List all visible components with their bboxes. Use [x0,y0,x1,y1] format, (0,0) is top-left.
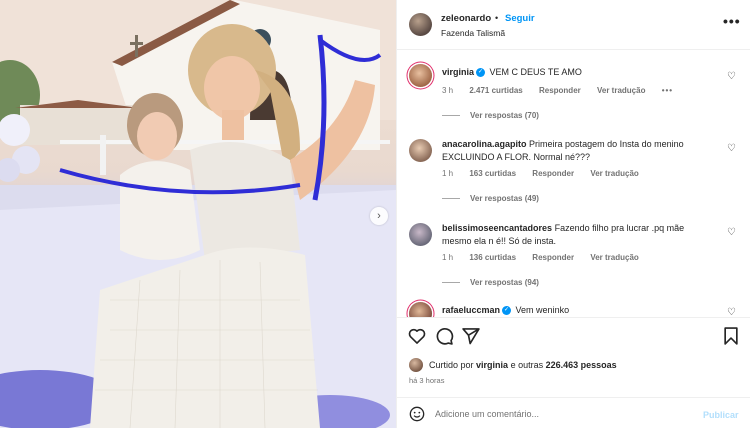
translate-button[interactable]: Ver tradução [590,253,638,262]
comment-like-heart-icon[interactable]: ♡ [727,71,736,82]
post-actions: Curtido por virginia e outras 226.463 pe… [397,317,750,428]
reply-button[interactable]: Responder [539,86,581,95]
reply-button[interactable]: Responder [532,253,574,262]
carousel-next-button[interactable]: › [370,207,388,225]
liker-username[interactable]: virginia [476,360,508,370]
likes-prefix: Curtido por [429,360,474,370]
view-replies-button[interactable]: Ver respostas (70) [442,111,539,120]
comment-icon[interactable] [434,326,454,346]
comment-input[interactable] [435,404,685,424]
commenter-avatar[interactable] [409,139,432,162]
commenter-username[interactable]: belissimoseencantadores [442,223,552,233]
comment-meta: 1 h 163 curtidas Responder Ver tradução [442,169,653,178]
comment-time: 1 h [442,253,454,262]
comment-body: belissimoseencantadores Fazendo filho pr… [442,222,712,248]
comment-like-heart-icon[interactable]: ♡ [727,143,736,154]
comment-likes[interactable]: 136 curtidas [469,253,516,262]
likes-summary[interactable]: Curtido por virginia e outras 226.463 pe… [409,358,617,372]
comment-time: 1 h [442,169,454,178]
comment-text: Vem weninko [515,305,570,315]
post-location[interactable]: Fazenda Talismã [441,28,505,38]
post-timestamp: há 3 horas [409,376,445,385]
replies-label: Ver respostas (70) [470,111,539,120]
send-icon[interactable] [461,326,481,346]
post-details-panel: zeleonardo • Seguir Fazenda Talismã ••• … [396,0,750,428]
post-photo[interactable]: › [0,0,396,428]
comment-body: virginia ✓ VEM C DEUS TE AMO [442,66,712,79]
commenter-username[interactable]: rafaeluccman [442,305,500,315]
comment-text: VEM C DEUS TE AMO [489,67,582,77]
separator-dot: • [495,13,499,23]
comment-body: anacarolina.agapito Primeira postagem do… [442,138,712,164]
commenter-avatar[interactable] [409,64,432,87]
chevron-right-icon: › [377,209,381,222]
verified-badge-icon: ✓ [502,305,512,315]
commenter-avatar[interactable] [409,223,432,246]
verified-badge-icon: ✓ [476,67,486,77]
replies-divider [442,115,460,117]
view-replies-button[interactable]: Ver respostas (94) [442,278,539,287]
post-modal: › zeleonardo • Seguir Fazenda Talismã ••… [0,0,750,428]
post-header: zeleonardo • Seguir Fazenda Talismã ••• [397,0,750,50]
likes-count[interactable]: 226.463 pessoas [546,360,617,370]
commenter-username[interactable]: virginia [442,67,474,77]
comment-likes[interactable]: 163 curtidas [469,169,516,178]
commenter-username[interactable]: anacarolina.agapito [442,139,527,149]
author-username[interactable]: zeleonardo [441,13,491,24]
reply-button[interactable]: Responder [532,169,574,178]
post-photo-illustration [0,0,396,428]
comment-body: rafaeluccman ✓ Vem weninko [442,304,712,317]
comment-likes[interactable]: 2.471 curtidas [469,86,522,95]
comment-time: 3 h [442,86,454,95]
replies-divider [442,282,460,284]
liker-avatar [409,358,423,372]
replies-label: Ver respostas (49) [470,194,539,203]
comment-like-heart-icon[interactable]: ♡ [727,307,736,317]
replies-divider [442,198,460,200]
comment-like-heart-icon[interactable]: ♡ [727,227,736,238]
publish-button[interactable]: Publicar [703,410,739,420]
translate-button[interactable]: Ver tradução [597,86,645,95]
emoji-icon[interactable] [409,406,425,422]
more-horizontal-icon[interactable]: ••• [723,14,741,28]
likes-middle: e outras [510,360,544,370]
comment-meta: 1 h 136 curtidas Responder Ver tradução [442,253,653,262]
comment-options-icon[interactable]: ••• [662,86,673,95]
commenter-avatar[interactable] [409,302,432,317]
heart-icon[interactable] [407,326,427,346]
comments-list[interactable]: virginia ✓ VEM C DEUS TE AMO 3 h 2.471 cu… [397,51,750,317]
add-comment-bar: Publicar [397,397,750,428]
view-replies-button[interactable]: Ver respostas (49) [442,194,539,203]
follow-button[interactable]: Seguir [505,13,535,24]
comment-meta: 3 h 2.471 curtidas Responder Ver traduçã… [442,86,687,95]
translate-button[interactable]: Ver tradução [590,169,638,178]
bookmark-icon[interactable] [721,326,741,346]
replies-label: Ver respostas (94) [470,278,539,287]
author-avatar[interactable] [409,13,432,36]
